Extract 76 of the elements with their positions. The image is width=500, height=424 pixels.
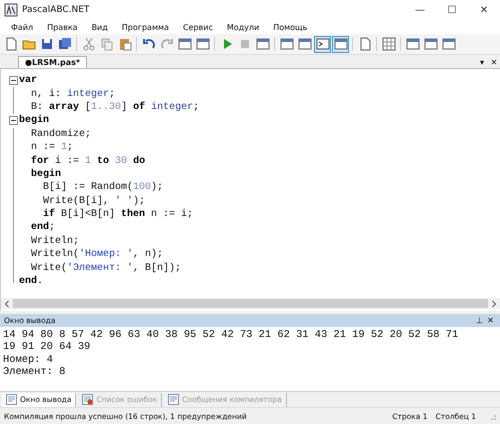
window-icon bbox=[406, 37, 420, 51]
close-button[interactable]: ✕ bbox=[485, 316, 496, 325]
editor-tab[interactable]: ●LRSM.pas* bbox=[18, 56, 88, 68]
redo-icon bbox=[160, 37, 174, 51]
maximize-button[interactable]: ☐ bbox=[436, 0, 468, 20]
code-line: Writeln; bbox=[30, 234, 80, 248]
toolbar-button[interactable] bbox=[296, 36, 313, 52]
menu-item[interactable]: Вид bbox=[84, 22, 115, 32]
code-line: for i := 1 to 30 do bbox=[30, 154, 146, 168]
code-line: B: array [1..30] of integer; bbox=[30, 100, 200, 114]
window-icon bbox=[442, 37, 456, 51]
output-line: Элемент: 8 bbox=[3, 366, 66, 378]
output-line: 14 94 80 8 57 42 96 63 40 38 95 52 42 73 21 62 31 43 21 19 52 20 52 58 71 bbox=[3, 329, 460, 342]
console-icon bbox=[316, 37, 330, 51]
minimize-button[interactable]: — bbox=[404, 0, 436, 20]
close-button[interactable]: ✕ bbox=[468, 0, 500, 20]
window-icon bbox=[298, 37, 312, 51]
cut-icon bbox=[82, 37, 96, 51]
paste-icon bbox=[118, 37, 132, 51]
error-list-icon bbox=[82, 394, 94, 405]
output-line: 19 91 20 64 39 bbox=[3, 341, 92, 354]
scroll-right-icon[interactable] bbox=[491, 300, 497, 308]
code-line: end; bbox=[30, 221, 56, 234]
output-icon bbox=[6, 394, 17, 405]
fold-icon[interactable] bbox=[8, 74, 18, 88]
toolbar-button[interactable] bbox=[332, 36, 349, 52]
menu-item[interactable]: Сервис bbox=[176, 22, 220, 32]
toolbar-button[interactable] bbox=[422, 36, 439, 52]
toolbar-button[interactable] bbox=[440, 36, 457, 52]
scroll-left-icon[interactable] bbox=[4, 300, 10, 308]
toolbar-button[interactable] bbox=[194, 36, 211, 52]
toolbar-button[interactable] bbox=[254, 36, 271, 52]
code-line: n, i: integer; bbox=[30, 88, 116, 101]
toolbar-button[interactable] bbox=[176, 36, 193, 52]
fold-end-line bbox=[12, 274, 14, 283]
messages-icon bbox=[168, 394, 180, 405]
code-line: begin bbox=[30, 168, 62, 181]
window-icon bbox=[196, 37, 210, 51]
window-icon bbox=[424, 37, 438, 51]
code-line: Randomize; bbox=[30, 128, 92, 141]
code-line: Write('Элемент: ', B[n]); bbox=[30, 262, 182, 275]
undo-icon bbox=[142, 37, 156, 51]
toolbar-button[interactable] bbox=[404, 36, 421, 52]
grid-icon bbox=[382, 37, 396, 51]
save-all-icon bbox=[58, 37, 72, 51]
copy-icon bbox=[100, 37, 114, 51]
close-button[interactable]: ✕ bbox=[488, 56, 500, 68]
code-line: n := 1; bbox=[30, 141, 74, 154]
window-icon bbox=[178, 37, 192, 51]
code-line: Write(B[i], ' '); bbox=[42, 194, 146, 208]
menu-item[interactable]: Правка bbox=[40, 22, 85, 32]
tab-list-button[interactable]: ▾ bbox=[476, 56, 488, 68]
window-icon bbox=[334, 37, 348, 51]
code-line: Writeln('Номер: ', n); bbox=[30, 248, 164, 262]
code-line: B[i] := Random(100); bbox=[42, 181, 164, 194]
menu-item[interactable]: Помощь bbox=[266, 22, 314, 32]
save-icon bbox=[40, 37, 54, 51]
code-line: if B[i]<B[n] then n := i; bbox=[42, 208, 194, 222]
new-file-icon bbox=[4, 37, 18, 51]
window-icon bbox=[256, 37, 270, 51]
menu-item[interactable]: Программа bbox=[114, 22, 176, 32]
pin-button[interactable]: ⊥ bbox=[474, 316, 485, 325]
horizontal-scrollbar[interactable] bbox=[1, 298, 500, 309]
code-line: end. bbox=[19, 275, 44, 288]
menu-item[interactable]: Модули bbox=[220, 22, 266, 32]
window-icon bbox=[280, 37, 294, 51]
code-line: begin bbox=[19, 114, 50, 128]
menu-item[interactable]: Файл bbox=[4, 22, 40, 32]
window-title: PascalABC.NET bbox=[22, 5, 90, 15]
code-line: var bbox=[19, 74, 38, 88]
toolbar-button[interactable] bbox=[278, 36, 295, 52]
toolbar-button[interactable] bbox=[314, 36, 331, 52]
toolbar-button[interactable] bbox=[380, 36, 397, 52]
app-icon bbox=[4, 3, 18, 17]
output-line: Номер: 4 bbox=[3, 354, 54, 366]
document-icon bbox=[358, 37, 372, 51]
